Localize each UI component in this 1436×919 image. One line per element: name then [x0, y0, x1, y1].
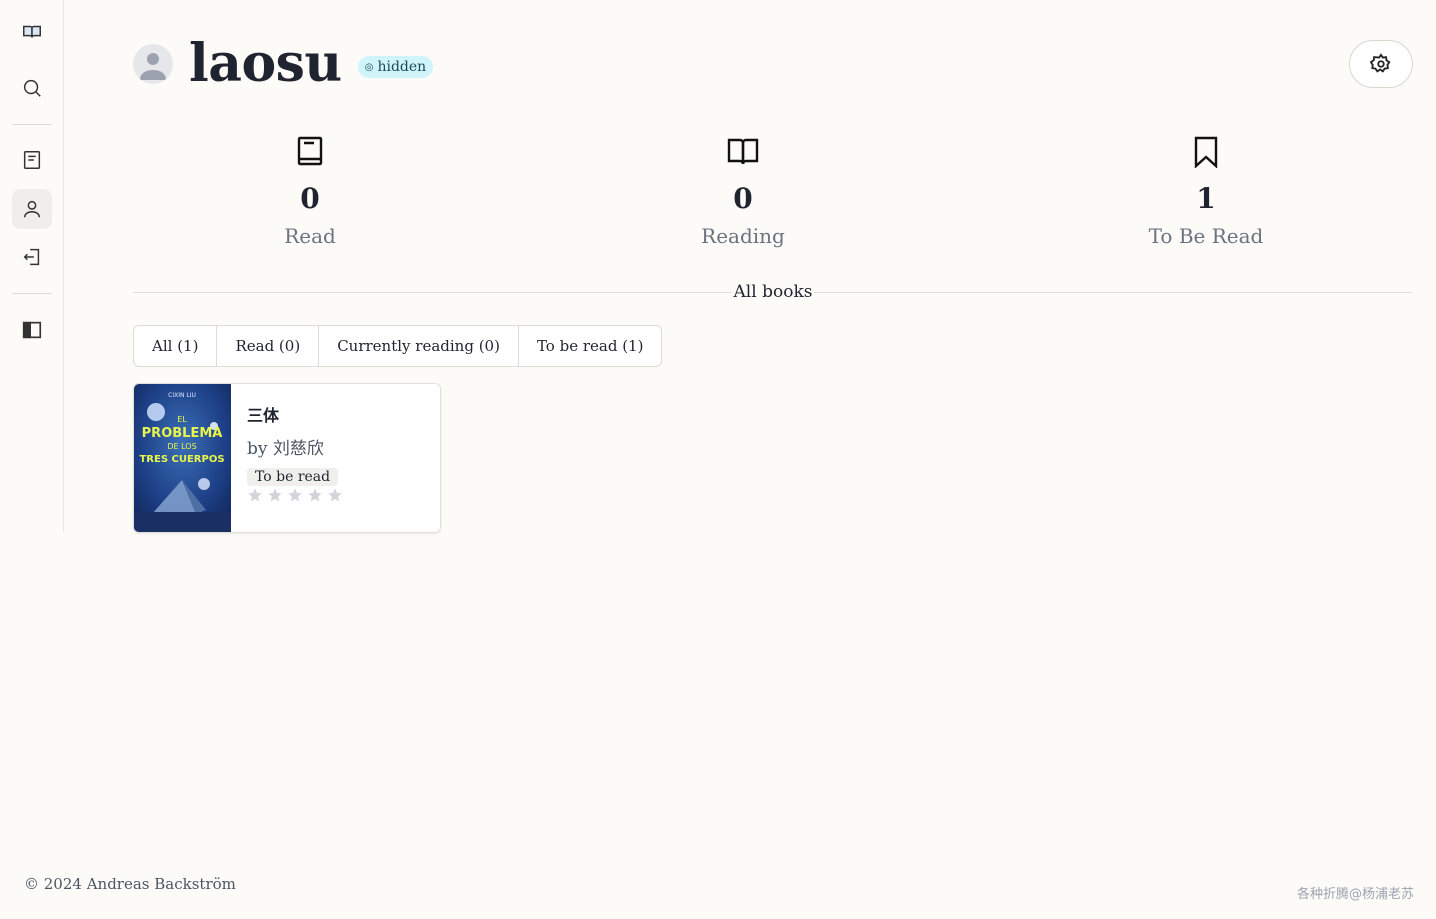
- status-badge: To be read: [247, 468, 339, 486]
- gear-icon: [1370, 53, 1391, 73]
- star-icon[interactable]: [287, 487, 303, 503]
- books-icon[interactable]: [12, 140, 52, 180]
- rating-stars[interactable]: [247, 487, 343, 503]
- tab-all[interactable]: All (1): [134, 326, 218, 366]
- stat-reading: 0 Reading: [643, 136, 843, 248]
- book-author: by 刘慈欣: [247, 439, 324, 459]
- stat-count: 0: [733, 182, 753, 215]
- logout-icon[interactable]: [12, 237, 52, 277]
- stat-label: Read: [284, 224, 336, 248]
- profile-icon[interactable]: [12, 189, 52, 229]
- profile-header: laosu ◎ hidden: [133, 33, 434, 94]
- bookmark-icon: [1106, 136, 1306, 170]
- star-icon[interactable]: [307, 487, 323, 503]
- stat-to-be-read: 1 To Be Read: [1106, 136, 1306, 248]
- settings-button[interactable]: [1349, 40, 1413, 88]
- filter-tabs: All (1) Read (0) Currently reading (0) T…: [133, 325, 663, 367]
- cover-line-1: EL: [177, 415, 187, 424]
- stat-label: Reading: [701, 224, 785, 248]
- cover-line-2: PROBLEMA: [142, 426, 223, 441]
- open-book-icon: [643, 136, 843, 170]
- book-card[interactable]: CIXIN LIU EL PROBLEMA DE LOS TRES CUERPO…: [133, 383, 441, 533]
- stat-label: To Be Read: [1148, 224, 1264, 248]
- star-icon[interactable]: [267, 487, 283, 503]
- eye-slash-icon: ◎: [364, 61, 374, 73]
- section-divider: All books: [133, 282, 1413, 304]
- cover-line-4: TRES CUERPOS: [139, 454, 224, 465]
- stat-count: 0: [300, 182, 320, 215]
- stat-read: 0 Read: [210, 136, 410, 248]
- star-icon[interactable]: [327, 487, 343, 503]
- sidebar-toggle-icon[interactable]: [12, 310, 52, 350]
- cover-line-3: DE LOS: [167, 442, 196, 451]
- search-icon[interactable]: [12, 68, 52, 108]
- book-cover-image[interactable]: CIXIN LIU EL PROBLEMA DE LOS TRES CUERPO…: [134, 384, 231, 532]
- book-icon: [210, 136, 410, 170]
- cover-author: CIXIN LIU: [168, 392, 196, 399]
- avatar: [133, 44, 173, 84]
- book-title[interactable]: 三体: [247, 402, 279, 426]
- sidebar: [0, 0, 64, 532]
- sidebar-divider: [12, 293, 52, 294]
- user-silhouette-icon: [140, 53, 166, 80]
- section-title: All books: [731, 282, 815, 302]
- visibility-badge-label: hidden: [377, 59, 427, 75]
- tab-to-be-read[interactable]: To be read (1): [519, 326, 662, 366]
- footer-copyright: © 2024 Andreas Backström: [24, 875, 236, 893]
- sidebar-divider: [12, 124, 52, 125]
- star-icon[interactable]: [247, 487, 263, 503]
- app-logo-icon[interactable]: [12, 12, 52, 52]
- visibility-badge: ◎ hidden: [357, 56, 434, 78]
- tab-read[interactable]: Read (0): [217, 326, 320, 366]
- watermark: 各种折腾@杨浦老苏: [1296, 887, 1414, 902]
- username: laosu: [189, 33, 342, 94]
- tab-currently-reading[interactable]: Currently reading (0): [319, 326, 519, 366]
- stat-count: 1: [1196, 182, 1216, 215]
